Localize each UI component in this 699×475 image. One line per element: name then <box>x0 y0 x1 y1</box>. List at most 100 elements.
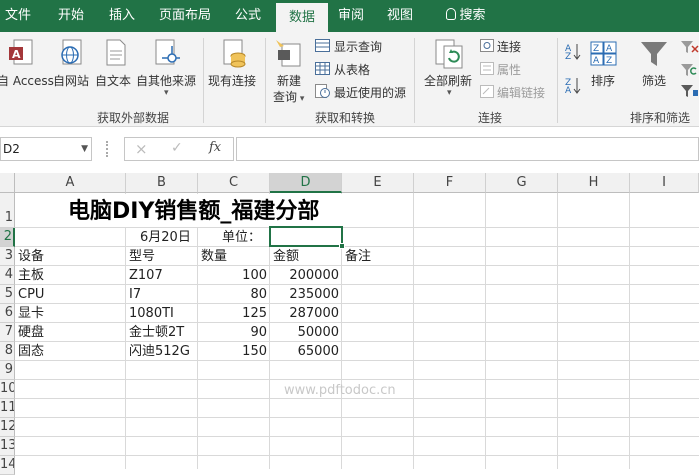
column-header-a[interactable]: A <box>15 173 126 193</box>
row-header-3[interactable]: 3 <box>0 247 15 266</box>
refresh-all-button[interactable]: 全部刷新 <box>424 72 472 89</box>
unit-label-cell[interactable]: 单位： <box>222 228 261 247</box>
name-box[interactable]: D2 ▼ <box>0 137 92 161</box>
date-cell[interactable]: 6月20日 <box>140 228 191 247</box>
chevron-down-icon: ▾ <box>447 88 452 98</box>
tell-me-search[interactable]: 搜索 <box>436 0 496 32</box>
formula-input[interactable] <box>236 137 699 161</box>
ribbon-separator <box>557 38 558 123</box>
from-web-button[interactable]: 自网站 <box>53 72 89 89</box>
table-cell[interactable]: 100 <box>198 266 270 285</box>
row-header-1[interactable]: 1 <box>0 193 15 228</box>
other-sources-icon <box>152 38 182 71</box>
tab-file[interactable]: 文件 <box>0 0 36 32</box>
new-query-label[interactable]: 新建 <box>277 72 301 89</box>
column-header-b[interactable]: B <box>126 173 198 193</box>
tab-home[interactable]: 开始 <box>47 0 95 32</box>
svg-text:A: A <box>12 48 21 61</box>
row-header-4[interactable]: 4 <box>0 266 15 285</box>
column-header-h[interactable]: H <box>558 173 630 193</box>
ribbon-separator <box>414 38 415 123</box>
table-cell[interactable]: 200000 <box>270 266 342 285</box>
existing-connections-button[interactable]: 现有连接 <box>208 72 256 89</box>
column-header-i[interactable]: I <box>630 173 699 193</box>
tab-data[interactable]: 数据 <box>276 3 328 32</box>
column-header-e[interactable]: E <box>342 173 414 193</box>
header-cell-device[interactable]: 设备 <box>18 247 44 266</box>
table-cell[interactable]: 150 <box>198 342 270 361</box>
edit-links-button[interactable]: 编辑链接 <box>497 84 545 101</box>
from-text-button[interactable]: 自文本 <box>95 72 131 89</box>
row-header-6[interactable]: 6 <box>0 304 15 323</box>
table-cell[interactable]: 287000 <box>270 304 342 323</box>
recent-sources-button[interactable]: 最近使用的源 <box>334 84 406 101</box>
clear-filter-icon <box>680 40 699 57</box>
table-cell[interactable]: 硬盘 <box>18 323 44 342</box>
row-header-8[interactable]: 8 <box>0 342 15 361</box>
table-cell[interactable]: 65000 <box>270 342 342 361</box>
show-queries-button[interactable]: 显示查询 <box>334 38 382 55</box>
row-header-11[interactable]: 11 <box>0 399 15 418</box>
row-header-12[interactable]: 12 <box>0 418 15 437</box>
table-cell[interactable]: 80 <box>198 285 270 304</box>
gridline <box>15 360 699 361</box>
table-cell[interactable]: CPU <box>18 285 44 304</box>
new-query-dropdown[interactable]: 查询 ▾ <box>273 88 304 105</box>
row-header-10[interactable]: 10 <box>0 380 15 399</box>
svg-text:Z: Z <box>565 52 571 60</box>
table-cell[interactable]: 固态 <box>18 342 44 361</box>
table-cell[interactable]: 1080TI <box>129 304 174 323</box>
tab-insert[interactable]: 插入 <box>97 0 147 32</box>
column-header-c[interactable]: C <box>198 173 270 193</box>
table-cell[interactable]: 125 <box>198 304 270 323</box>
table-cell[interactable]: Z107 <box>129 266 163 285</box>
svg-text:Z: Z <box>606 56 612 66</box>
chevron-down-icon[interactable]: ▼ <box>81 138 88 160</box>
select-all-corner[interactable] <box>0 173 15 193</box>
tab-formulas[interactable]: 公式 <box>222 0 274 32</box>
from-table-button[interactable]: 从表格 <box>334 61 370 78</box>
row-header-2[interactable]: 2 <box>0 228 15 247</box>
column-header-d[interactable]: D <box>270 173 342 193</box>
table-cell[interactable]: 235000 <box>270 285 342 304</box>
properties-button[interactable]: 属性 <box>497 61 521 78</box>
table-cell[interactable]: I7 <box>129 285 141 304</box>
column-header-f[interactable]: F <box>414 173 486 193</box>
from-access-button[interactable]: 自 Access <box>0 72 54 89</box>
row-header-14[interactable]: 14 <box>0 456 15 475</box>
gridline <box>15 436 699 437</box>
header-cell-notes[interactable]: 备注 <box>345 247 371 266</box>
insert-function-icon[interactable]: fx <box>209 140 221 155</box>
cancel-entry-icon[interactable]: × <box>135 140 148 158</box>
selected-cell-d2[interactable] <box>269 226 343 247</box>
tab-page-layout[interactable]: 页面布局 <box>150 0 220 32</box>
header-cell-amount[interactable]: 金额 <box>273 247 299 266</box>
row-header-13[interactable]: 13 <box>0 437 15 456</box>
table-cell[interactable]: 50000 <box>270 323 342 342</box>
table-cell[interactable]: 闪迪512G <box>129 342 190 361</box>
table-cell[interactable]: 90 <box>198 323 270 342</box>
table-cell[interactable]: 显卡 <box>18 304 44 323</box>
connections-button[interactable]: 连接 <box>497 38 521 55</box>
row-header-9[interactable]: 9 <box>0 361 15 380</box>
confirm-entry-icon[interactable]: ✓ <box>171 140 183 156</box>
gridline <box>629 193 630 469</box>
gridline <box>485 193 486 469</box>
row-header-5[interactable]: 5 <box>0 285 15 304</box>
sort-button[interactable]: 排序 <box>591 72 615 89</box>
from-other-sources-button[interactable]: 自其他来源 <box>136 72 196 89</box>
filter-button[interactable]: 筛选 <box>642 72 666 89</box>
column-header-g[interactable]: G <box>486 173 558 193</box>
table-cell[interactable]: 金士顿2T <box>129 323 184 342</box>
header-cell-quantity[interactable]: 数量 <box>201 247 227 266</box>
sheet-title-cell[interactable]: 电脑DIY销售额_福建分部 <box>68 197 319 227</box>
row-header-7[interactable]: 7 <box>0 323 15 342</box>
tab-view[interactable]: 视图 <box>376 0 424 32</box>
table-cell[interactable]: 主板 <box>18 266 44 285</box>
header-cell-model[interactable]: 型号 <box>129 247 155 266</box>
group-label-get-external: 获取外部数据 <box>96 111 169 125</box>
ribbon-separator <box>203 38 204 123</box>
group-label-sort-filter: 排序和筛选 <box>629 111 690 125</box>
worksheet-grid[interactable]: A B C D E F G H I 1 2 3 4 5 6 7 8 9 10 1… <box>0 173 699 475</box>
tab-review[interactable]: 审阅 <box>328 0 374 32</box>
